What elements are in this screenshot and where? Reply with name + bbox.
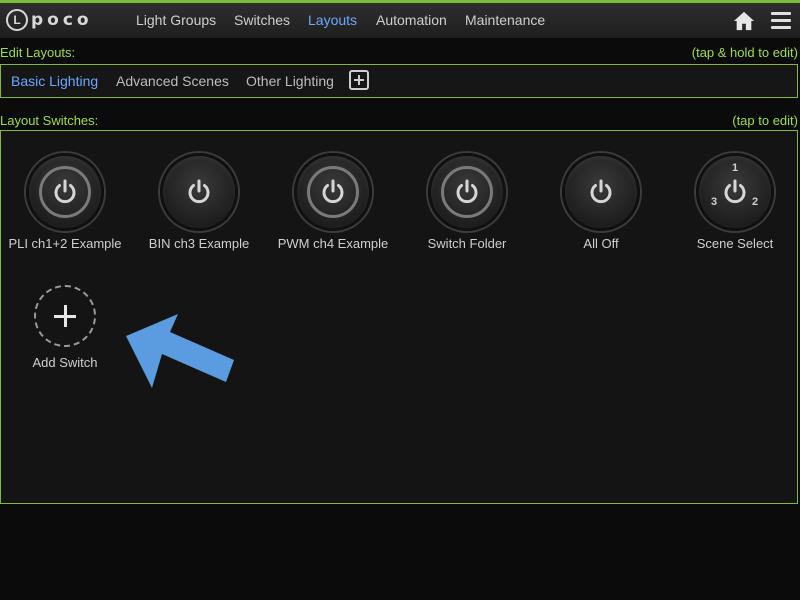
switch-scene-select[interactable]: 1 2 3 Scene Select xyxy=(668,153,800,251)
edit-layouts-hint: (tap & hold to edit) xyxy=(691,45,798,60)
switch-all-off[interactable]: All Off xyxy=(534,153,668,251)
tab-basic-lighting[interactable]: Basic Lighting xyxy=(11,73,98,89)
nav-light-groups[interactable]: Light Groups xyxy=(136,12,216,28)
nav-switches[interactable]: Switches xyxy=(234,12,290,28)
switch-button[interactable] xyxy=(294,153,372,231)
nav-layouts[interactable]: Layouts xyxy=(308,12,357,28)
switch-pwm-ch4[interactable]: PWM ch4 Example xyxy=(266,153,400,251)
switch-bin-ch3[interactable]: BIN ch3 Example xyxy=(132,153,266,251)
add-switch-label: Add Switch xyxy=(32,355,98,370)
poco-logo[interactable]: L poco xyxy=(6,7,93,33)
switch-button[interactable] xyxy=(26,153,104,231)
add-plus-icon[interactable] xyxy=(34,285,96,347)
switch-button[interactable] xyxy=(428,153,506,231)
switch-label: All Off xyxy=(583,236,619,251)
switch-label: PWM ch4 Example xyxy=(277,236,389,251)
switch-folder[interactable]: Switch Folder xyxy=(400,153,534,251)
logo-text: poco xyxy=(31,10,93,30)
switch-button[interactable]: 1 2 3 xyxy=(696,153,774,231)
edit-layouts-title: Edit Layouts: xyxy=(0,45,76,60)
scene-number-2: 2 xyxy=(752,196,759,208)
hamburger-menu-icon[interactable] xyxy=(771,12,791,30)
switch-label: PLI ch1+2 Example xyxy=(8,236,122,251)
home-icon[interactable] xyxy=(733,10,755,32)
switch-button[interactable] xyxy=(160,153,238,231)
tab-advanced-scenes[interactable]: Advanced Scenes xyxy=(116,73,229,89)
switch-button[interactable] xyxy=(562,153,640,231)
add-layout-plus-icon[interactable] xyxy=(349,70,369,90)
power-icon xyxy=(456,179,478,204)
switch-label: Scene Select xyxy=(696,236,774,251)
power-icon xyxy=(590,179,612,204)
power-icon xyxy=(188,179,210,204)
top-nav-bar: L poco Light Groups Switches Layouts Aut… xyxy=(0,0,800,38)
switch-label: BIN ch3 Example xyxy=(148,236,250,251)
pointer-arrow-icon xyxy=(126,314,234,388)
layout-tabs-panel: Basic Lighting Advanced Scenes Other Lig… xyxy=(0,64,798,98)
power-icon xyxy=(322,179,344,204)
layout-switches-title: Layout Switches: xyxy=(0,113,99,128)
scene-number-3: 3 xyxy=(711,196,718,208)
layout-switches-hint: (tap to edit) xyxy=(732,113,798,128)
switch-pli-ch1-2[interactable]: PLI ch1+2 Example xyxy=(0,153,132,251)
power-icon xyxy=(54,179,76,204)
logo-mark-icon: L xyxy=(6,9,28,31)
power-icon xyxy=(724,179,746,204)
scene-number-1: 1 xyxy=(732,162,739,174)
layout-switches-panel: PLI ch1+2 Example BIN ch3 Example PWM ch… xyxy=(0,130,798,504)
add-switch-button[interactable]: Add Switch xyxy=(9,285,121,370)
switch-label: Switch Folder xyxy=(427,236,507,251)
nav-automation[interactable]: Automation xyxy=(376,12,447,28)
nav-maintenance[interactable]: Maintenance xyxy=(465,12,545,28)
tab-other-lighting[interactable]: Other Lighting xyxy=(246,73,334,89)
